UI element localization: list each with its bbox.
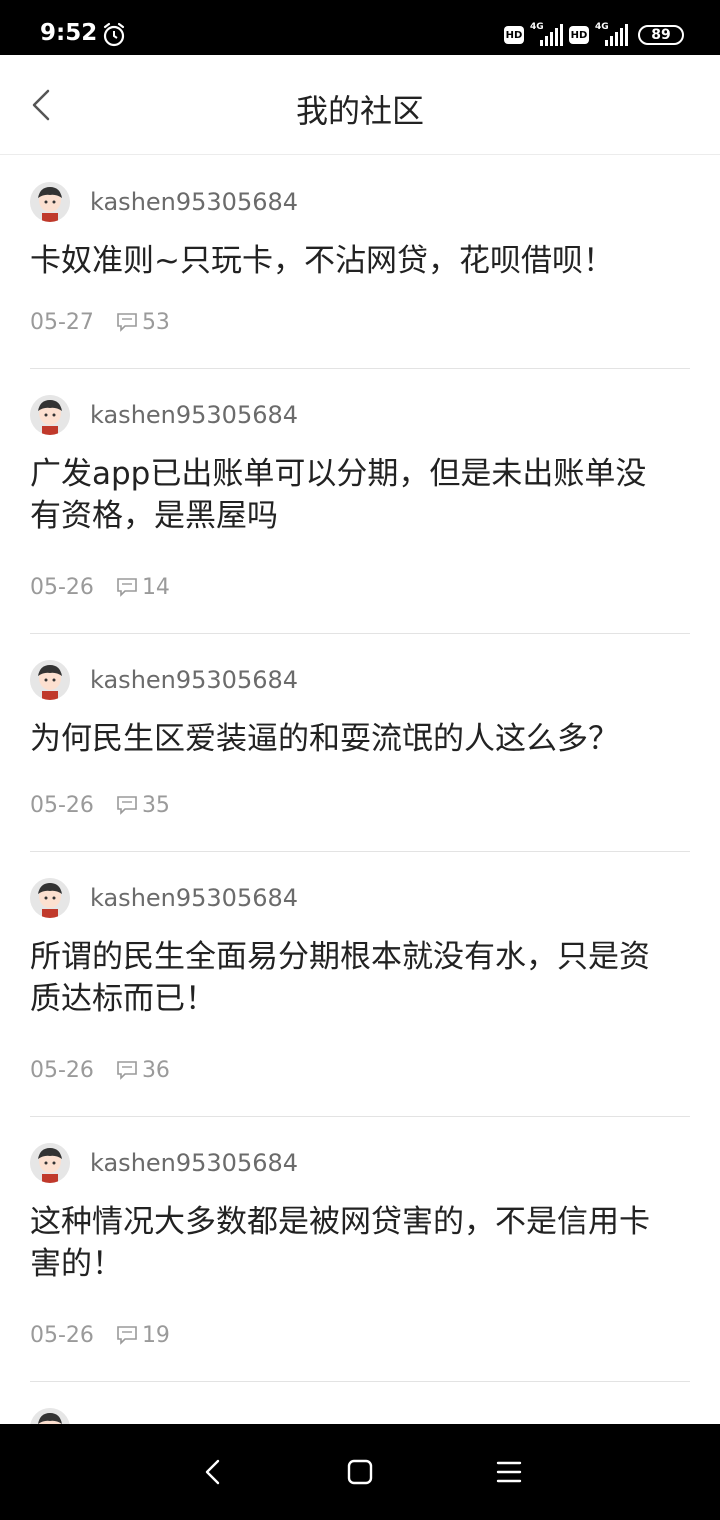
signal-icon: 4G — [530, 22, 563, 46]
system-nav-bar — [0, 1424, 720, 1520]
comment-count: 35 — [141, 792, 170, 818]
comment-icon — [117, 1061, 137, 1080]
status-icons: HD 4G HD 4G 89 — [504, 20, 684, 50]
post-text[interactable]: 广发app已出账单可以分期，但是未出账单没有资格，是黑屋吗 — [30, 453, 670, 537]
post-text[interactable]: 为何民生区爱装逼的和耍流氓的人这么多？ — [30, 718, 670, 760]
avatar[interactable] — [30, 395, 70, 435]
page-title: 我的社区 — [295, 92, 424, 130]
back-icon[interactable] — [198, 1457, 228, 1487]
comment-icon — [117, 313, 137, 332]
home-icon[interactable] — [345, 1457, 375, 1487]
post-meta: 05-26 35 — [30, 790, 170, 820]
username[interactable]: kashen95305684 — [90, 1149, 298, 1177]
post-date: 05-27 — [30, 309, 94, 335]
post-text[interactable]: 所谓的民生全面易分期根本就没有水，只是资质达标而已！ — [30, 936, 670, 1020]
network-type: 4G — [530, 22, 544, 32]
avatar[interactable] — [30, 1143, 70, 1183]
list-item[interactable]: kashen95305684 为何民生区爱装逼的和耍流氓的人这么多？ 05-26… — [30, 634, 690, 852]
avatar[interactable] — [30, 878, 70, 918]
network-type: 4G — [595, 22, 609, 32]
post-meta: 05-27 53 — [30, 307, 170, 337]
post-date: 05-26 — [30, 792, 94, 818]
comment-count: 53 — [141, 309, 170, 335]
comment-icon — [117, 796, 137, 815]
list-item-partial[interactable] — [30, 1382, 690, 1424]
comment-count: 19 — [141, 1322, 170, 1348]
comment-count: 14 — [141, 574, 170, 600]
menu-icon[interactable] — [494, 1457, 524, 1487]
avatar[interactable] — [30, 1408, 70, 1424]
list-item[interactable]: kashen95305684 广发app已出账单可以分期，但是未出账单没有资格，… — [30, 369, 690, 634]
username[interactable]: kashen95305684 — [90, 188, 298, 216]
post-text[interactable]: 卡奴准则~只玩卡，不沾网贷，花呗借呗！ — [30, 240, 670, 282]
list-item[interactable]: kashen95305684 所谓的民生全面易分期根本就没有水，只是资质达标而已… — [30, 852, 690, 1117]
comment-icon — [117, 1326, 137, 1345]
list-item[interactable]: kashen95305684 卡奴准则~只玩卡，不沾网贷，花呗借呗！ 05-27… — [30, 156, 690, 369]
battery-icon: 89 — [638, 25, 684, 45]
post-meta: 05-26 14 — [30, 572, 170, 602]
avatar[interactable] — [30, 182, 70, 222]
post-date: 05-26 — [30, 1057, 94, 1083]
post-list: kashen95305684 卡奴准则~只玩卡，不沾网贷，花呗借呗！ 05-27… — [0, 156, 720, 1424]
username[interactable]: kashen95305684 — [90, 401, 298, 429]
post-date: 05-26 — [30, 574, 94, 600]
avatar[interactable] — [30, 660, 70, 700]
comment-icon — [117, 578, 137, 597]
hd-icon: HD — [504, 26, 524, 44]
hd-icon: HD — [569, 26, 589, 44]
post-meta: 05-26 36 — [30, 1055, 170, 1085]
comment-count: 36 — [141, 1057, 170, 1083]
signal-icon: 4G — [595, 22, 628, 46]
status-time: 9:52 — [40, 20, 98, 46]
list-item[interactable]: kashen95305684 这种情况大多数都是被网贷害的，不是信用卡害的！ 0… — [30, 1117, 690, 1382]
username[interactable]: kashen95305684 — [90, 666, 298, 694]
post-date: 05-26 — [30, 1322, 94, 1348]
username[interactable]: kashen95305684 — [90, 884, 298, 912]
post-text[interactable]: 这种情况大多数都是被网贷害的，不是信用卡害的！ — [30, 1201, 670, 1285]
app-header: 我的社区 — [0, 55, 720, 155]
alarm-clock-icon — [103, 22, 125, 47]
status-bar: 9:52 HD 4G HD 4G 89 — [0, 0, 720, 55]
post-meta: 05-26 19 — [30, 1320, 170, 1350]
